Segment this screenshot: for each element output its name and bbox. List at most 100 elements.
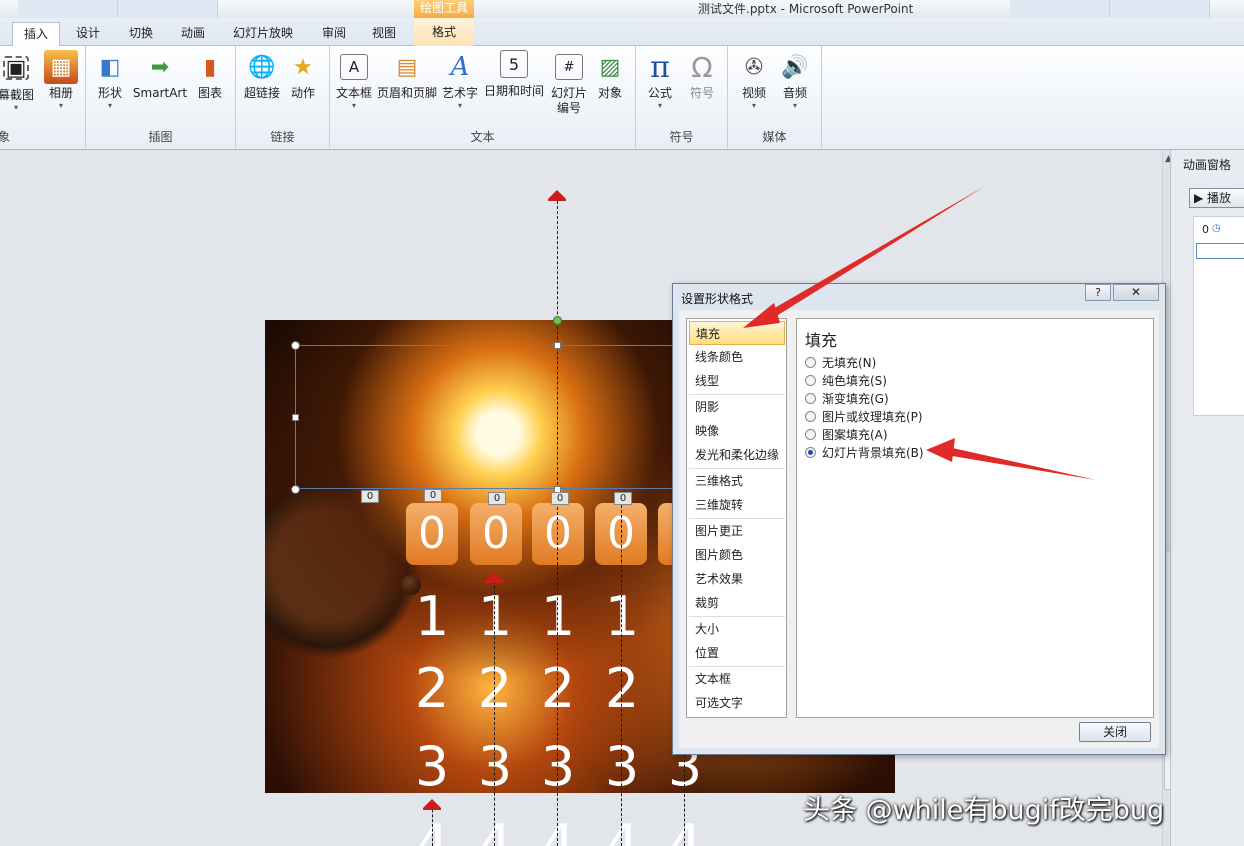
digit-cell[interactable]: 2 <box>531 662 585 716</box>
resize-handle[interactable] <box>291 341 300 350</box>
datetime-button[interactable]: 5 日期和时间 <box>482 50 546 99</box>
screenshot-button[interactable]: ▣ 幕截图 ▾ <box>0 50 38 113</box>
digit-cell[interactable]: 4 <box>658 818 712 846</box>
nav-item-crop[interactable]: 裁剪 <box>689 591 785 615</box>
digit-cell[interactable]: 2 <box>595 662 649 716</box>
tab-view[interactable]: 视图 <box>362 22 406 46</box>
shapes-button[interactable]: ◧ 形状 ▾ <box>92 50 128 111</box>
odometer-tile[interactable]: 0 <box>406 503 458 565</box>
animation-tag[interactable]: 0 <box>488 492 506 505</box>
play-button[interactable]: ▶ 播放 <box>1189 188 1244 208</box>
digit-cell[interactable]: 3 <box>468 740 522 794</box>
digit-cell[interactable]: 2 <box>468 662 522 716</box>
digit-cell[interactable]: 4 <box>595 818 649 846</box>
motion-path-line[interactable] <box>494 576 495 846</box>
radio-gradient-fill[interactable]: 渐变填充(G) <box>805 390 889 407</box>
motion-path-start-marker[interactable] <box>423 799 441 810</box>
radio-circle[interactable] <box>805 375 816 386</box>
digit-cell[interactable]: 3 <box>595 740 649 794</box>
wordart-button[interactable]: A 艺术字 ▾ <box>440 50 480 111</box>
digit-cell[interactable]: 3 <box>531 740 585 794</box>
close-button[interactable]: 关闭 <box>1079 722 1151 742</box>
tab-review[interactable]: 审阅 <box>312 22 356 46</box>
action-button[interactable]: ★ 动作 <box>286 50 320 101</box>
animation-tag[interactable]: 0 <box>361 490 379 503</box>
motion-path-line[interactable] <box>557 196 558 846</box>
animation-tag[interactable]: 0 <box>424 489 442 502</box>
taskbar-tab[interactable] <box>1010 0 1110 18</box>
digit-cell[interactable]: 1 <box>595 590 649 644</box>
hyperlink-button[interactable]: 🌐 超链接 <box>240 50 284 101</box>
nav-item-3d-format[interactable]: 三维格式 <box>689 469 785 493</box>
motion-path-start-marker[interactable] <box>548 190 566 201</box>
tab-animations[interactable]: 动画 <box>170 22 216 46</box>
radio-circle-selected[interactable] <box>805 447 816 458</box>
motion-path-line[interactable] <box>684 740 685 846</box>
nav-item-fill[interactable]: 填充 <box>689 321 785 345</box>
resize-handle[interactable] <box>554 342 561 349</box>
dialog-close-x-button[interactable]: ✕ <box>1113 284 1159 301</box>
taskbar-tab[interactable] <box>118 0 218 18</box>
odometer-tile[interactable]: 0 <box>470 503 522 565</box>
animation-tag[interactable]: 0 <box>551 492 569 505</box>
nav-item-position[interactable]: 位置 <box>689 641 785 665</box>
resize-handle[interactable] <box>292 414 299 421</box>
tab-insert[interactable]: 插入 <box>12 22 60 47</box>
radio-pattern-fill[interactable]: 图案填充(A) <box>805 426 888 443</box>
nav-item-picture-color[interactable]: 图片颜色 <box>689 543 785 567</box>
selected-textbox[interactable] <box>295 345 695 489</box>
digit-cell[interactable]: 4 <box>468 818 522 846</box>
nav-item-text-box[interactable]: 文本框 <box>689 667 785 691</box>
nav-item-line-style[interactable]: 线型 <box>689 369 785 393</box>
digit-cell[interactable]: 4 <box>531 818 585 846</box>
nav-item-size[interactable]: 大小 <box>689 617 785 641</box>
textbox-button[interactable]: A 文本框 ▾ <box>332 50 376 111</box>
digit-cell[interactable]: 1 <box>531 590 585 644</box>
animation-list[interactable]: 0 ◷ <box>1193 216 1244 416</box>
album-button[interactable]: ▦ 相册 ▾ <box>40 50 82 111</box>
chart-button[interactable]: ▮ 图表 <box>192 50 228 101</box>
radio-circle[interactable] <box>805 393 816 404</box>
nav-item-reflection[interactable]: 映像 <box>689 419 785 443</box>
nav-item-glow-soft-edges[interactable]: 发光和柔化边缘 <box>689 443 785 467</box>
digit-cell[interactable]: 1 <box>405 590 459 644</box>
nav-item-alt-text[interactable]: 可选文字 <box>689 691 785 715</box>
animation-item[interactable] <box>1196 243 1244 259</box>
nav-item-3d-rotation[interactable]: 三维旋转 <box>689 493 785 517</box>
motion-path-start-marker[interactable] <box>485 572 503 583</box>
tab-format[interactable]: 格式 <box>414 18 474 46</box>
radio-slide-background-fill[interactable]: 幻灯片背景填充(B) <box>805 444 924 461</box>
odometer-tile[interactable]: 0 <box>532 503 584 565</box>
radio-circle[interactable] <box>805 357 816 368</box>
resize-handle[interactable] <box>291 485 300 494</box>
motion-path-line[interactable] <box>621 500 622 846</box>
digit-cell[interactable]: 2 <box>405 662 459 716</box>
nav-item-line-color[interactable]: 线条颜色 <box>689 345 785 369</box>
nav-item-picture-corrections[interactable]: 图片更正 <box>689 519 785 543</box>
symbol-button[interactable]: Ω 符号 <box>684 50 720 101</box>
radio-no-fill[interactable]: 无填充(N) <box>805 354 876 371</box>
rotate-handle[interactable] <box>553 316 562 325</box>
digit-cell[interactable]: 3 <box>405 740 459 794</box>
radio-picture-texture-fill[interactable]: 图片或纹理填充(P) <box>805 408 923 425</box>
tab-transitions[interactable]: 切换 <box>118 22 164 46</box>
slide-number-button[interactable]: # 幻灯片 编号 <box>548 50 590 116</box>
tab-design[interactable]: 设计 <box>66 22 110 46</box>
radio-circle[interactable] <box>805 411 816 422</box>
tab-slideshow[interactable]: 幻灯片放映 <box>224 22 302 46</box>
help-button[interactable]: ? <box>1085 284 1111 301</box>
animation-tag[interactable]: 0 <box>614 492 632 505</box>
smartart-button[interactable]: ➡ SmartArt <box>132 50 188 101</box>
radio-solid-fill[interactable]: 纯色填充(S) <box>805 372 887 389</box>
taskbar-tab[interactable] <box>1110 0 1210 18</box>
header-footer-button[interactable]: ▤ 页眉和页脚 <box>376 50 438 101</box>
nav-item-artistic-effects[interactable]: 艺术效果 <box>689 567 785 591</box>
video-button[interactable]: ✇ 视频 ▾ <box>734 50 774 111</box>
radio-circle[interactable] <box>805 429 816 440</box>
object-button[interactable]: ▨ 对象 <box>592 50 628 101</box>
digit-cell[interactable]: 1 <box>468 590 522 644</box>
audio-button[interactable]: 🔊 音频 ▾ <box>776 50 814 111</box>
equation-button[interactable]: π 公式 ▾ <box>640 50 680 111</box>
taskbar-tab[interactable] <box>18 0 118 18</box>
nav-item-shadow[interactable]: 阴影 <box>689 395 785 419</box>
